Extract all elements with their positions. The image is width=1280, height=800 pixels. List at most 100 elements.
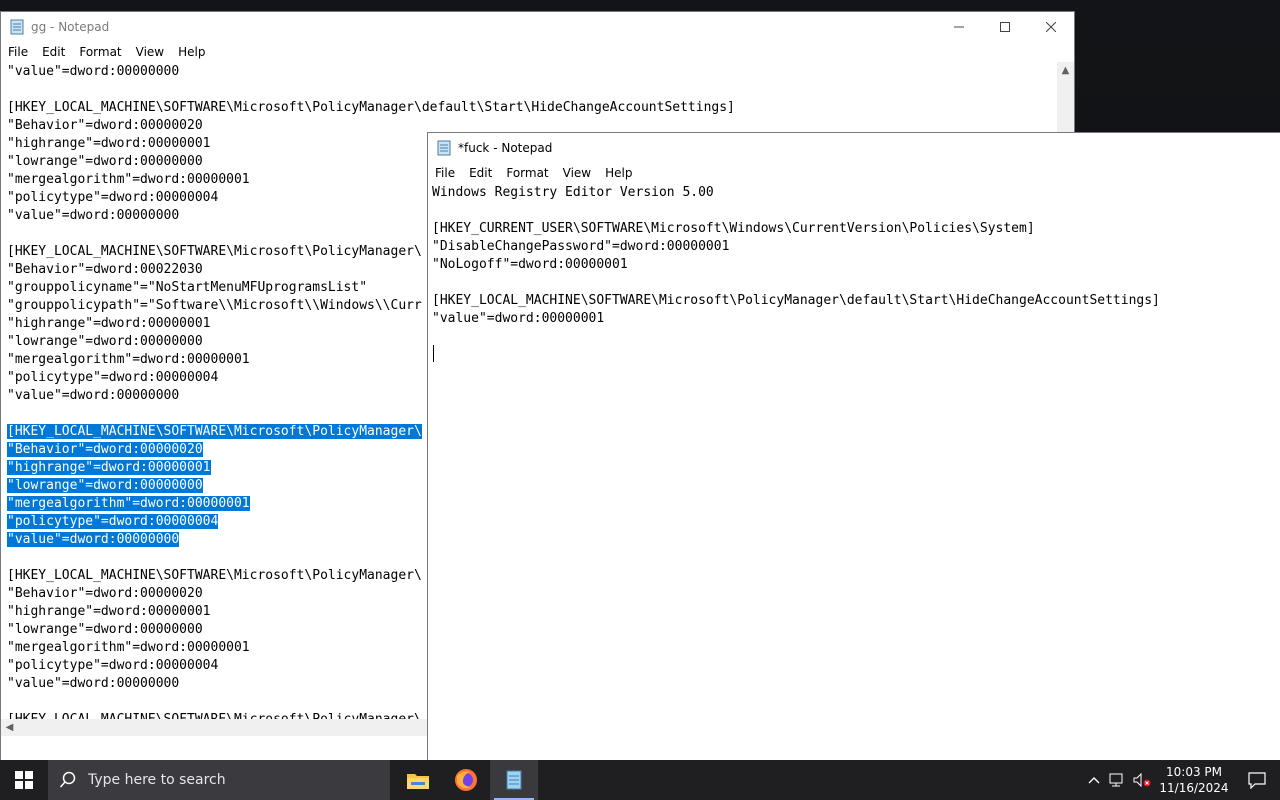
selected-text: "highrange"=dword:00000001 (7, 460, 211, 475)
line-text: "mergealgorithm"=dword:00000001 (7, 352, 250, 367)
line-text: "mergealgorithm"=dword:00000001 (7, 640, 250, 655)
selected-text: "policytype"=dword:00000004 (7, 514, 219, 529)
line-text: "Behavior"=dword:00000020 (7, 118, 203, 133)
menu-file[interactable]: File (1, 45, 35, 59)
maximize-button[interactable] (982, 12, 1028, 42)
line-text: "value"=dword:00000000 (7, 208, 180, 223)
line-text: "policytype"=dword:00000004 (7, 190, 219, 205)
scroll-left-icon[interactable]: ◀ (1, 719, 18, 736)
line-text: "lowrange"=dword:00000000 (7, 154, 203, 169)
taskbar-file-explorer[interactable] (394, 760, 442, 800)
line-text: "highrange"=dword:00000001 (7, 604, 211, 619)
line-text: Windows Registry Editor Version 5.00 (432, 185, 714, 200)
taskbar-firefox[interactable] (442, 760, 490, 800)
network-button[interactable] (1106, 772, 1130, 788)
text-line: Windows Registry Editor Version 5.00 (432, 184, 1277, 202)
start-button[interactable] (0, 760, 48, 800)
notepad-window-fuck[interactable]: *fuck - Notepad File Edit Format View He… (427, 132, 1280, 762)
show-hidden-icons-button[interactable] (1082, 776, 1106, 784)
window-title: gg - Notepad (31, 20, 110, 34)
selected-text: "value"=dword:00000000 (7, 532, 180, 547)
menu-edit[interactable]: Edit (35, 45, 72, 59)
selected-text: "lowrange"=dword:00000000 (7, 478, 203, 493)
line-text: "policytype"=dword:00000004 (7, 370, 219, 385)
text-line (432, 274, 1277, 292)
menu-view[interactable]: View (129, 45, 171, 59)
close-icon (1046, 22, 1056, 32)
line-text: "value"=dword:00000000 (7, 676, 180, 691)
line-text: "value"=dword:00000000 (7, 64, 180, 79)
firefox-icon (455, 769, 477, 791)
minimize-button[interactable] (936, 12, 982, 42)
text-line (7, 81, 1057, 99)
minimize-icon (954, 26, 964, 28)
window-title: *fuck - Notepad (458, 141, 553, 155)
maximize-icon (1000, 22, 1010, 32)
taskbar: Type here to search 10:03 PM 11/16/2024 (0, 760, 1280, 800)
text-editor[interactable]: Windows Registry Editor Version 5.00 [HKE… (432, 184, 1277, 754)
selected-text: "mergealgorithm"=dword:00000001 (7, 496, 250, 511)
text-line (432, 202, 1277, 220)
line-text: "lowrange"=dword:00000000 (7, 334, 203, 349)
notification-center-button[interactable] (1234, 771, 1280, 789)
selected-text: [HKEY_LOCAL_MACHINE\SOFTWARE\Microsoft\P… (7, 424, 422, 439)
notepad-icon (437, 140, 451, 156)
selected-text: "Behavior"=dword:00000020 (7, 442, 203, 457)
line-text: [HKEY_LOCAL_MACHINE\SOFTWARE\Microsoft\P… (7, 100, 735, 115)
line-text: "highrange"=dword:00000001 (7, 136, 211, 151)
line-text: "highrange"=dword:00000001 (7, 316, 211, 331)
line-text: "policytype"=dword:00000004 (7, 658, 219, 673)
menu-view[interactable]: View (556, 166, 598, 180)
search-placeholder: Type here to search (88, 772, 226, 788)
text-line: [HKEY_LOCAL_MACHINE\SOFTWARE\Microsoft\P… (432, 292, 1277, 310)
line-text: [HKEY_CURRENT_USER\SOFTWARE\Microsoft\Wi… (432, 221, 1035, 236)
title-bar[interactable]: gg - Notepad (1, 12, 1074, 42)
clock-date: 11/16/2024 (1159, 781, 1229, 795)
menu-file[interactable]: File (428, 166, 462, 180)
notepad-icon (506, 770, 522, 790)
line-text: [HKEY_LOCAL_MACHINE\SOFTWARE\Microsoft\P… (7, 244, 422, 259)
volume-muted-icon (1133, 772, 1151, 788)
menu-help[interactable]: Help (171, 45, 212, 59)
menu-format[interactable]: Format (72, 45, 128, 59)
search-box[interactable]: Type here to search (48, 760, 390, 800)
line-text: "mergealgorithm"=dword:00000001 (7, 172, 250, 187)
text-line: "NoLogoff"=dword:00000001 (432, 256, 1277, 274)
text-cursor (433, 345, 434, 362)
clock-time: 10:03 PM (1166, 765, 1222, 779)
network-icon (1109, 773, 1123, 787)
text-line: "DisableChangePassword"=dword:00000001 (432, 238, 1277, 256)
menu-help[interactable]: Help (598, 166, 639, 180)
notification-icon (1248, 772, 1266, 789)
windows-logo-icon (15, 771, 33, 789)
notepad-icon (10, 19, 24, 35)
line-text: "value"=dword:00000001 (432, 311, 605, 326)
system-tray: 10:03 PM 11/16/2024 (1082, 760, 1280, 800)
menu-bar: File Edit Format View Help (1, 42, 1074, 62)
line-text: "NoLogoff"=dword:00000001 (432, 257, 628, 272)
line-text: "DisableChangePassword"=dword:00000001 (432, 239, 730, 254)
line-text: [HKEY_LOCAL_MACHINE\SOFTWARE\Microsoft\P… (7, 568, 422, 583)
taskbar-notepad[interactable] (490, 760, 538, 800)
menu-bar: File Edit Format View Help (428, 163, 1280, 183)
text-line: "value"=dword:00000001 (432, 310, 1277, 328)
text-line: [HKEY_LOCAL_MACHINE\SOFTWARE\Microsoft\P… (7, 99, 1057, 117)
menu-format[interactable]: Format (499, 166, 555, 180)
clock[interactable]: 10:03 PM 11/16/2024 (1154, 764, 1234, 796)
line-text: "grouppolicypath"="Software\\Microsoft\\… (7, 298, 422, 313)
line-text: "Behavior"=dword:00022030 (7, 262, 203, 277)
close-button[interactable] (1028, 12, 1074, 42)
line-text: "Behavior"=dword:00000020 (7, 586, 203, 601)
menu-edit[interactable]: Edit (462, 166, 499, 180)
title-bar[interactable]: *fuck - Notepad (428, 133, 1280, 163)
line-text: [HKEY_LOCAL_MACHINE\SOFTWARE\Microsoft\P… (432, 293, 1160, 308)
line-text: "grouppolicyname"="NoStartMenuMFUprogram… (7, 280, 368, 295)
horizontal-scrollbar[interactable]: ◀ (1, 719, 428, 736)
text-line: "value"=dword:00000000 (7, 63, 1057, 81)
chevron-up-icon (1088, 777, 1100, 784)
file-explorer-icon (407, 774, 429, 789)
text-line: [HKEY_CURRENT_USER\SOFTWARE\Microsoft\Wi… (432, 220, 1277, 238)
line-text: "value"=dword:00000000 (7, 388, 180, 403)
volume-button[interactable] (1130, 772, 1154, 788)
scroll-up-icon[interactable]: ▲ (1057, 62, 1074, 79)
